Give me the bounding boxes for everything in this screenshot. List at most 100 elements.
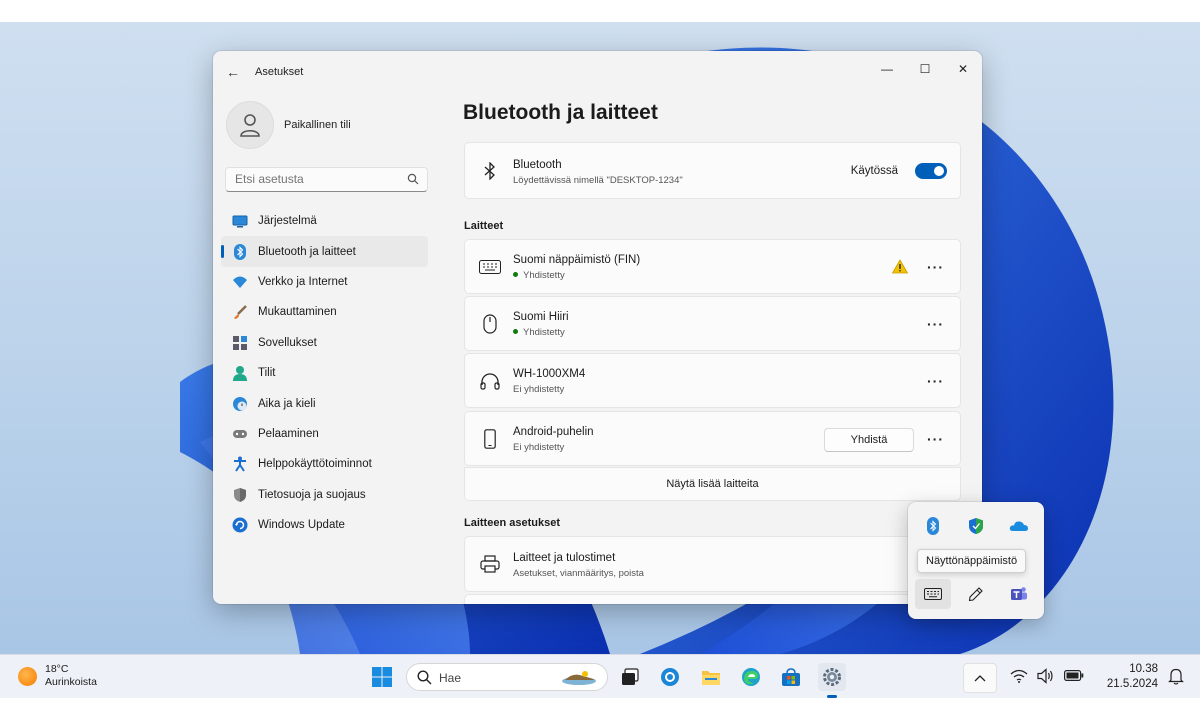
sidebar-item-accounts[interactable]: Tilit [221, 358, 428, 388]
weather-widget[interactable]: 18°C Aurinkoista [18, 663, 97, 689]
clock-date: 21.5.2024 [1106, 678, 1158, 690]
touch-keyboard-icon[interactable] [915, 579, 951, 609]
teams-icon[interactable] [1001, 579, 1037, 609]
settings-taskbar-button[interactable] [818, 663, 846, 691]
show-more-devices-button[interactable]: Näytä lisää laitteita [464, 467, 961, 501]
profile-name: Paikallinen tili [284, 119, 351, 131]
device-status: Yhdistetty [513, 327, 565, 338]
copilot-button[interactable] [656, 663, 684, 691]
window-title: Asetukset [255, 66, 304, 78]
close-button[interactable]: ✕ [944, 55, 982, 83]
notification-bell-icon[interactable] [1168, 667, 1184, 685]
folder-icon [702, 670, 720, 685]
sidebar-item-bluetooth[interactable]: Bluetooth ja laitteet [221, 236, 428, 267]
onedrive-icon[interactable] [1001, 511, 1037, 541]
sidebar-item-label: Mukauttaminen [258, 306, 337, 319]
warning-icon [892, 259, 908, 274]
more-options-button[interactable]: ··· [927, 259, 944, 275]
headphones-icon [479, 370, 501, 392]
sidebar-item-label: Windows Update [258, 519, 345, 532]
connect-button[interactable]: Yhdistä [824, 428, 914, 452]
wifi-icon[interactable] [1010, 669, 1028, 683]
device-card-phone[interactable]: Android-puhelin Ei yhdistetty Yhdistä ··… [464, 411, 961, 466]
sidebar-item-apps[interactable]: Sovellukset [221, 328, 428, 358]
system-icon [232, 213, 248, 229]
weather-temperature: 18°C [45, 663, 69, 675]
bluetooth-icon [479, 160, 501, 182]
sidebar-item-label: Bluetooth ja laitteet [258, 245, 356, 258]
volume-icon[interactable] [1037, 668, 1055, 684]
defender-icon[interactable] [958, 511, 994, 541]
bluetooth-card: Bluetooth Löydettävissä nimellä "DESKTOP… [464, 142, 961, 199]
taskbar-search[interactable]: Hae [406, 663, 608, 691]
sidebar-item-system[interactable]: Järjestelmä [221, 206, 428, 236]
printer-icon [479, 553, 501, 575]
task-view-icon [622, 668, 639, 685]
tooltip: Näyttönäppäimistö [917, 549, 1027, 573]
device-card-headphones[interactable]: WH-1000XM4 Ei yhdistetty ··· [464, 353, 961, 408]
sidebar-item-personalization[interactable]: Mukauttaminen [221, 297, 428, 327]
sidebar-item-accessibility[interactable]: Helppokäyttötoiminnot [221, 449, 428, 479]
search-input[interactable] [235, 168, 405, 190]
connected-dot [513, 272, 518, 277]
store-icon [782, 667, 800, 686]
windows-logo-icon [372, 667, 392, 687]
sidebar-nav: Järjestelmä Bluetooth ja laitteet Verkko… [221, 206, 428, 540]
device-card-mouse[interactable]: Suomi Hiiri Yhdistetty ··· [464, 296, 961, 351]
battery-icon[interactable] [1064, 670, 1084, 681]
sidebar-item-time-language[interactable]: Aika ja kieli [221, 388, 428, 418]
apps-icon [232, 335, 248, 351]
sidebar-item-privacy[interactable]: Tietosuoja ja suojaus [221, 480, 428, 510]
devices-printers-card[interactable]: Laitteet ja tulostimet Asetukset, vianmä… [464, 536, 961, 592]
clock-time: 10.38 [1129, 663, 1158, 675]
device-name: Suomi Hiiri [513, 311, 569, 323]
devices-printers-title: Laitteet ja tulostimet [513, 552, 616, 564]
device-status: Ei yhdistetty [513, 384, 565, 395]
connected-dot [513, 329, 518, 334]
show-hidden-icons-button[interactable] [963, 663, 997, 693]
device-settings-header: Laitteen asetukset [464, 517, 560, 529]
file-explorer-button[interactable] [697, 663, 725, 691]
bluetooth-toggle-label: Käytössä [850, 165, 898, 177]
more-options-button[interactable]: ··· [927, 373, 944, 389]
title-bar: ← Asetukset — ☐ ✕ [213, 51, 982, 93]
sidebar-item-label: Helppokäyttötoiminnot [258, 458, 372, 471]
bluetooth-tray-icon[interactable] [915, 511, 951, 541]
avatar [226, 101, 274, 149]
sidebar-item-label: Järjestelmä [258, 215, 317, 228]
task-view-button[interactable] [616, 663, 644, 691]
brush-icon [232, 304, 248, 320]
more-options-button[interactable]: ··· [927, 431, 944, 447]
clock[interactable]: 10.38 21.5.2024 [1104, 662, 1158, 692]
device-status: Ei yhdistetty [513, 442, 565, 453]
device-card-keyboard[interactable]: Suomi näppäimistö (FIN) Yhdistetty ··· [464, 239, 961, 294]
search-icon [417, 670, 432, 685]
devices-printers-subtitle: Asetukset, vianmääritys, poista [513, 568, 644, 579]
shield-icon [232, 487, 248, 503]
pen-icon[interactable] [958, 579, 994, 609]
edge-button[interactable] [737, 663, 765, 691]
minimize-button[interactable]: — [868, 55, 906, 83]
search-label: Hae [439, 671, 462, 685]
bluetooth-icon [232, 243, 248, 260]
keyboard-icon [479, 256, 501, 278]
bluetooth-subtitle: Löydettävissä nimellä "DESKTOP-1234" [513, 175, 683, 186]
more-options-button[interactable]: ··· [927, 316, 944, 332]
settings-window: ← Asetukset — ☐ ✕ Paikallinen tili Järje… [213, 51, 982, 604]
maximize-button[interactable]: ☐ [906, 55, 944, 83]
store-button[interactable] [777, 663, 805, 691]
sidebar-item-gaming[interactable]: Pelaaminen [221, 419, 428, 449]
sidebar-item-network[interactable]: Verkko ja Internet [221, 267, 428, 297]
wifi-icon [232, 274, 248, 290]
sidebar-item-windows-update[interactable]: Windows Update [221, 510, 428, 540]
profile-section[interactable]: Paikallinen tili [226, 101, 351, 149]
active-app-indicator [827, 695, 837, 698]
start-button[interactable] [368, 663, 396, 691]
bluetooth-toggle[interactable] [915, 163, 947, 179]
device-name: WH-1000XM4 [513, 368, 586, 380]
settings-search-box[interactable] [225, 167, 428, 192]
sidebar-item-label: Sovellukset [258, 336, 317, 349]
next-settings-card[interactable] [464, 594, 961, 604]
devices-header: Laitteet [464, 220, 504, 232]
back-arrow-icon[interactable]: ← [225, 64, 241, 80]
